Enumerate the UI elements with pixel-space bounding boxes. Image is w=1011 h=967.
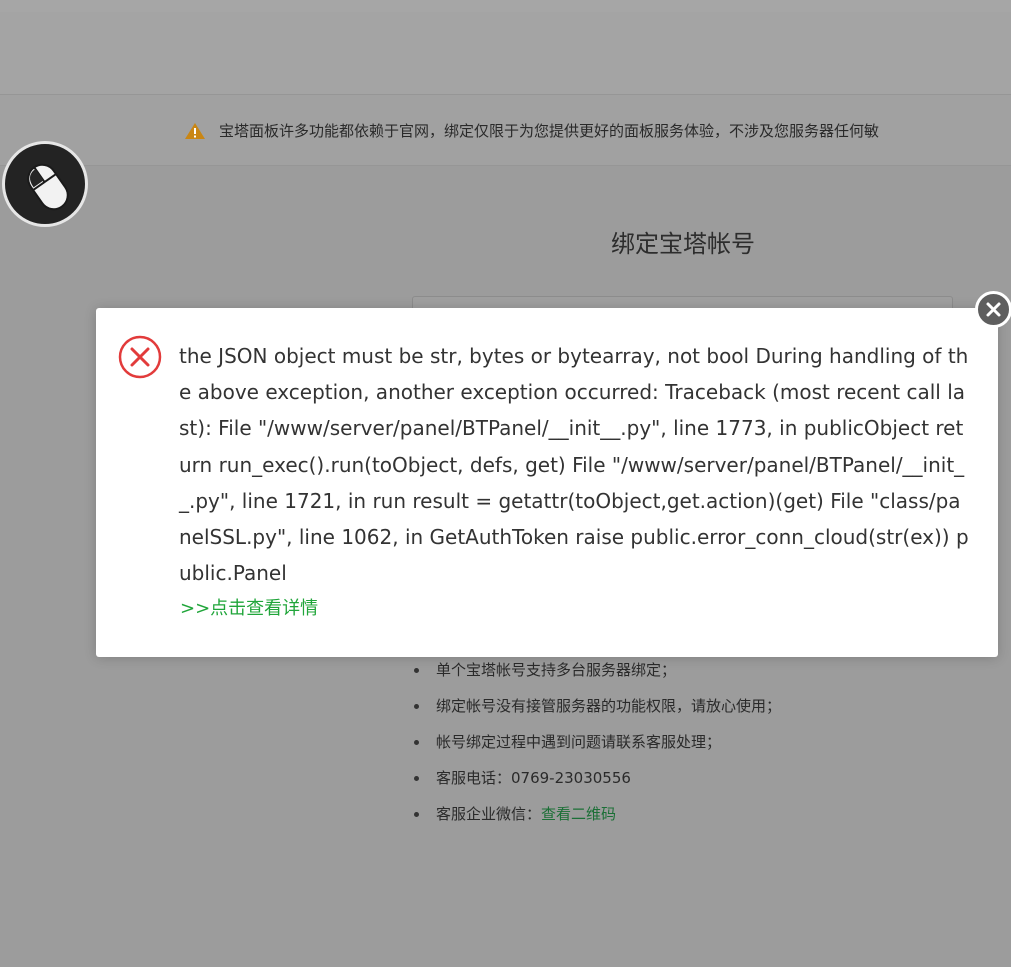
mouse-icon xyxy=(27,163,69,211)
warning-icon xyxy=(185,123,205,139)
view-details-link[interactable]: >>点击查看详情 xyxy=(180,594,318,620)
error-circle-icon xyxy=(118,335,162,379)
view-qrcode-link[interactable]: 查看二维码 xyxy=(541,805,616,823)
mouse-badge xyxy=(2,141,88,227)
bind-account-title: 绑定宝塔帐号 xyxy=(611,230,755,258)
bullet xyxy=(414,704,419,709)
tip-text: 客服电话：0769-23030556 xyxy=(436,769,631,787)
tip-item: 帐号绑定过程中遇到问题请联系客服处理； xyxy=(412,724,781,760)
bind-tips-list: 单个宝塔帐号支持多台服务器绑定； 绑定帐号没有接管服务器的功能权限，请放心使用；… xyxy=(412,652,781,832)
tip-text: 帐号绑定过程中遇到问题请联系客服处理； xyxy=(436,733,722,751)
tip-item: 客服电话：0769-23030556 xyxy=(412,760,781,796)
bullet xyxy=(414,668,419,673)
page-header xyxy=(0,12,1011,95)
bullet xyxy=(414,776,419,781)
top-strip xyxy=(0,0,1011,12)
tip-item: 单个宝塔帐号支持多台服务器绑定； xyxy=(412,652,781,688)
bullet xyxy=(414,740,419,745)
tip-text: 单个宝塔帐号支持多台服务器绑定； xyxy=(436,661,677,679)
tip-item: 客服企业微信：查看二维码 xyxy=(412,796,781,832)
error-dialog: the JSON object must be str, bytes or by… xyxy=(96,308,998,657)
close-icon xyxy=(986,302,1001,317)
tip-item: 绑定帐号没有接管服务器的功能权限，请放心使用； xyxy=(412,688,781,724)
notice-text: 宝塔面板许多功能都依赖于官网，绑定仅限于为您提供更好的面板服务体验，不涉及您服务… xyxy=(219,122,880,140)
bullet xyxy=(414,812,419,817)
close-button[interactable] xyxy=(975,291,1011,328)
tip-label: 客服企业微信： xyxy=(436,805,542,823)
error-message: the JSON object must be str, bytes or by… xyxy=(179,344,969,586)
tip-text: 绑定帐号没有接管服务器的功能权限，请放心使用； xyxy=(436,697,782,715)
